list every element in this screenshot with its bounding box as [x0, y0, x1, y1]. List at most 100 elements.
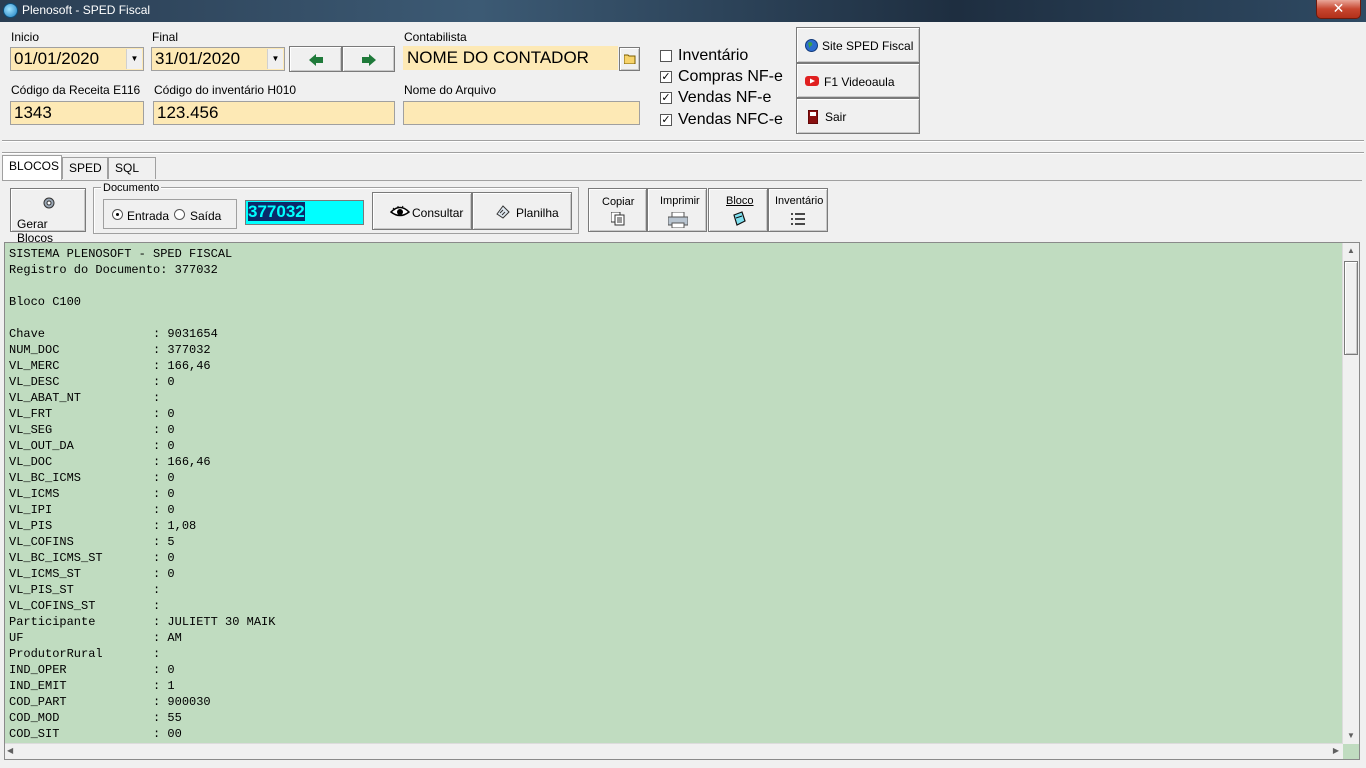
folder-icon [624, 54, 636, 64]
codigo-receita-label: Código da Receita E116 [11, 83, 141, 97]
nome-arquivo-field[interactable] [403, 101, 640, 125]
codigo-receita-field[interactable]: 1343 [10, 101, 144, 125]
report-line: IND_EMIT : 1 [9, 679, 175, 693]
vendas-nfce-checkbox[interactable]: ✓ [660, 114, 672, 126]
chevron-down-icon[interactable]: ▼ [126, 49, 142, 69]
report-line: VL_PIS_ST : [9, 583, 161, 597]
report-line: VL_COFINS_ST : [9, 599, 161, 613]
tab-panel-border [2, 180, 1362, 181]
previous-period-button[interactable] [289, 46, 342, 72]
copiar-label: Copiar [602, 196, 635, 208]
vendas-nfe-checkbox[interactable]: ✓ [660, 92, 672, 104]
report-line: VL_FRT : 0 [9, 407, 175, 421]
imprimir-label: Imprimir [660, 195, 700, 207]
report-line: VL_ICMS_ST : 0 [9, 567, 175, 581]
report-line: VL_IPI : 0 [9, 503, 175, 517]
tab-sql[interactable]: SQL [108, 157, 156, 179]
copy-icon [611, 212, 625, 226]
documento-group-label: Documento [101, 182, 162, 194]
videoaula-button[interactable]: F1 Videoaula [796, 63, 920, 98]
report-line: Registro do Documento: 377032 [9, 263, 218, 277]
gerar-blocos-button[interactable]: Gerar Blocos [10, 188, 86, 245]
eye-icon [390, 205, 410, 217]
consultar-button[interactable]: Consultar [372, 192, 472, 230]
saida-radio[interactable] [174, 209, 185, 220]
report-line: VL_SEG : 0 [9, 423, 175, 437]
vertical-scrollbar[interactable]: ▲ ▼ [1342, 243, 1359, 744]
contabilista-browse-button[interactable] [619, 47, 640, 71]
gerar-blocos-label: Gerar Blocos [17, 217, 54, 245]
report-content: SISTEMA PLENOSOFT - SPED FISCAL Registro … [9, 246, 1339, 742]
report-line: VL_BC_ICMS : 0 [9, 471, 175, 485]
vertical-scroll-thumb[interactable] [1344, 261, 1358, 355]
sair-label: Sair [825, 110, 847, 124]
report-line: COD_SIT : 00 [9, 727, 182, 741]
final-date-value: 31/01/2020 [155, 49, 241, 68]
report-line: VL_ABAT_NT : [9, 391, 161, 405]
gear-icon [43, 197, 55, 209]
codigo-inventario-label: Código do inventário H010 [154, 83, 297, 97]
inventario-button[interactable]: Inventário [768, 188, 828, 232]
notepad-icon [733, 211, 746, 226]
inicio-date-field[interactable]: 01/01/2020 ▼ [10, 47, 144, 71]
tabs-divider [2, 152, 1364, 154]
bloco-button[interactable]: Bloco [708, 188, 768, 232]
report-line: NUM_DOC : 377032 [9, 343, 211, 357]
inicio-date-value: 01/01/2020 [14, 49, 100, 68]
printer-icon [668, 212, 688, 228]
entrada-radio[interactable] [112, 209, 123, 220]
inventario-checkbox-label: Inventário [678, 47, 749, 64]
report-line: VL_PIS : 1,08 [9, 519, 197, 533]
report-line: COD_PART : 900030 [9, 695, 211, 709]
inventario-checkbox[interactable] [660, 50, 672, 62]
videoaula-label: F1 Videoaula [824, 75, 895, 89]
planilha-button[interactable]: Planilha [472, 192, 572, 230]
report-line: Participante : JULIETT 30 MAIK [9, 615, 276, 629]
contabilista-field[interactable]: NOME DO CONTADOR [403, 46, 618, 70]
app-icon [3, 3, 18, 18]
globe-icon [805, 39, 818, 52]
horizontal-scrollbar[interactable]: ◀ ▶ [5, 743, 1343, 759]
close-button[interactable]: ✕ [1316, 0, 1361, 19]
nome-arquivo-label: Nome do Arquivo [404, 83, 497, 97]
scroll-right-icon[interactable]: ▶ [1333, 746, 1339, 755]
scroll-left-icon[interactable]: ◀ [7, 746, 13, 755]
report-line: ProdutorRural : [9, 647, 161, 661]
report-line: VL_BC_ICMS_ST : 0 [9, 551, 175, 565]
bloco-label: Bloco [726, 195, 754, 207]
codigo-inventario-field[interactable]: 123.456 [153, 101, 395, 125]
site-sped-fiscal-label: Site SPED Fiscal [822, 39, 914, 53]
next-period-button[interactable] [342, 46, 395, 72]
documento-number-value: 377032 [248, 202, 305, 221]
window-title: Plenosoft - SPED Fiscal [22, 3, 151, 17]
tab-blocos[interactable]: BLOCOS [2, 155, 62, 180]
inicio-label: Inicio [11, 30, 40, 44]
scroll-up-icon[interactable]: ▲ [1343, 243, 1359, 259]
compras-checkbox[interactable]: ✓ [660, 71, 672, 83]
inventario-button-label: Inventário [775, 195, 824, 207]
report-line: VL_OUT_DA : 0 [9, 439, 175, 453]
report-text-area[interactable]: SISTEMA PLENOSOFT - SPED FISCAL Registro … [4, 242, 1360, 760]
tab-sped[interactable]: SPED [62, 157, 108, 179]
site-sped-fiscal-button[interactable]: Site SPED Fiscal [796, 27, 920, 63]
arrow-left-icon [309, 54, 323, 66]
sair-button[interactable]: Sair [796, 98, 920, 134]
scroll-down-icon[interactable]: ▼ [1343, 728, 1359, 744]
report-line: VL_DOC : 166,46 [9, 455, 211, 469]
report-line: COD_MOD : 55 [9, 711, 182, 725]
final-date-field[interactable]: 31/01/2020 ▼ [151, 47, 285, 71]
documento-number-input[interactable]: 377032 [245, 200, 364, 225]
chevron-down-icon[interactable]: ▼ [267, 49, 283, 69]
copiar-button[interactable]: Copiar [588, 188, 647, 232]
consultar-label: Consultar [412, 206, 464, 220]
exit-door-icon [808, 110, 818, 124]
report-line: IND_OPER : 0 [9, 663, 175, 677]
youtube-icon [805, 76, 819, 86]
arrow-right-icon [362, 54, 376, 66]
imprimir-button[interactable]: Imprimir [647, 188, 707, 232]
contabilista-label: Contabilista [404, 30, 467, 44]
report-line [9, 278, 1339, 294]
list-icon [791, 213, 805, 225]
planilha-label: Planilha [516, 206, 559, 220]
top-divider [2, 140, 1364, 142]
